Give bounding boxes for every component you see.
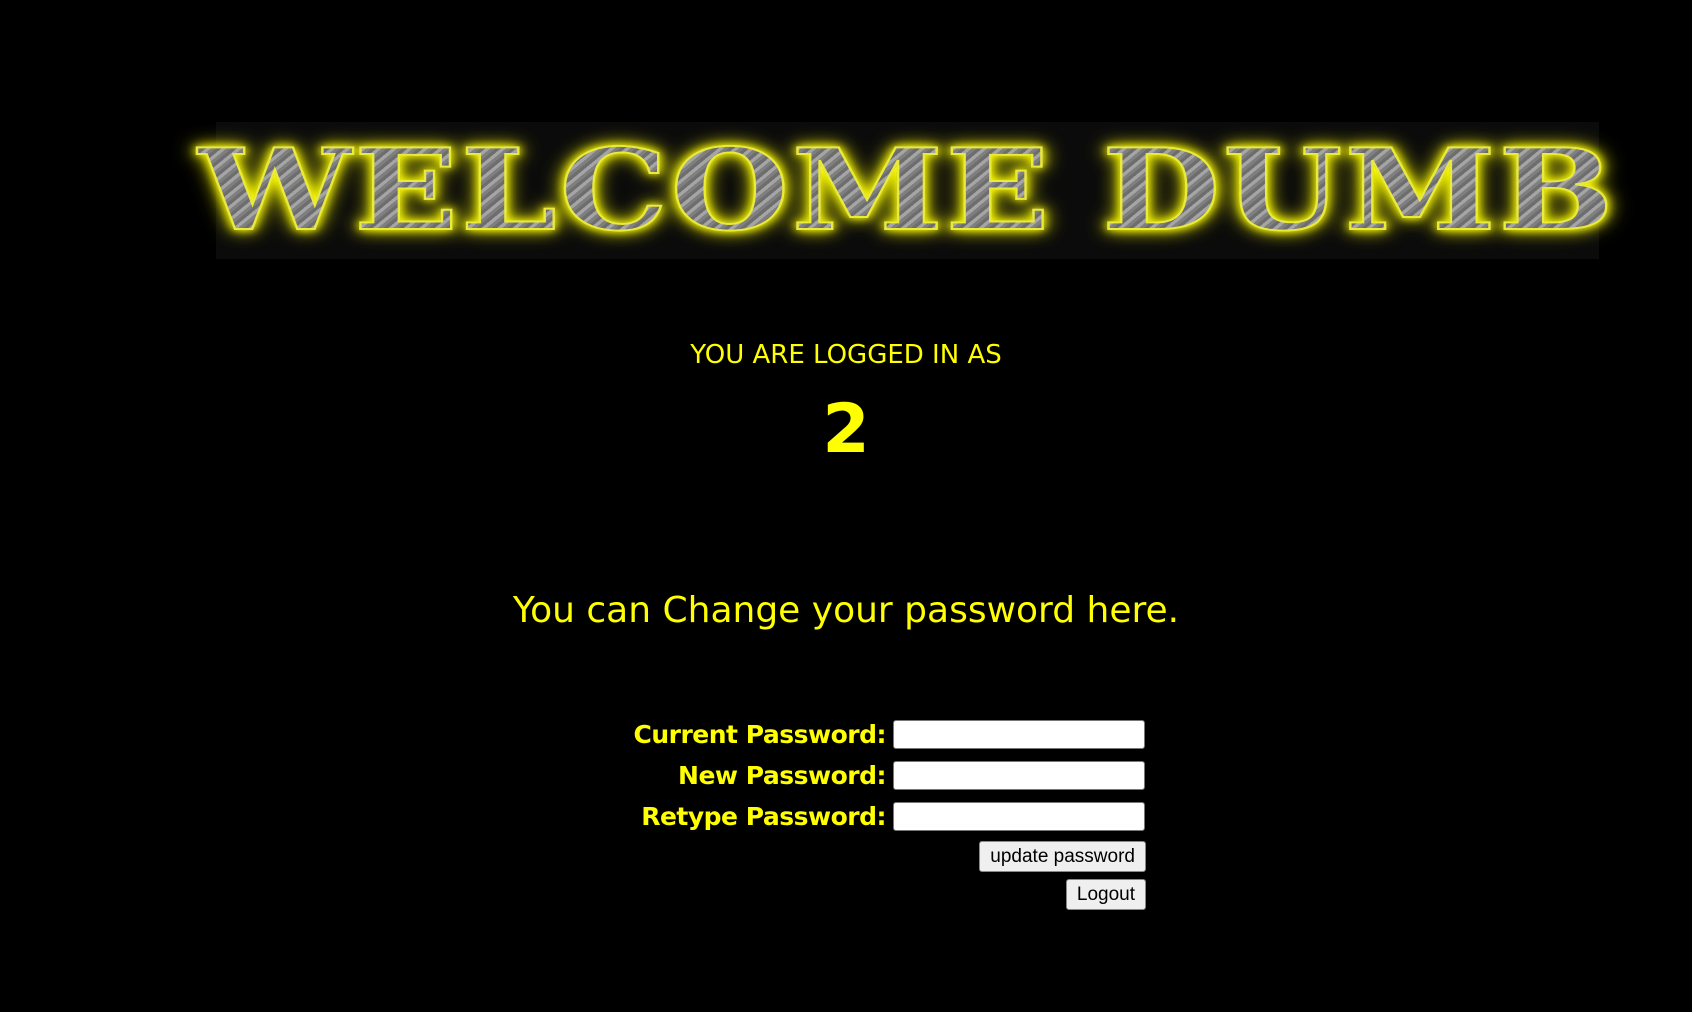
current-password-input[interactable] xyxy=(893,720,1145,749)
retype-password-label: Retype Password: xyxy=(641,802,886,831)
logo-text: WELCOME DUMB xyxy=(197,124,1617,257)
update-password-button[interactable]: update password xyxy=(979,841,1146,872)
new-password-input[interactable] xyxy=(893,761,1145,790)
logged-in-label: YOU ARE LOGGED IN AS xyxy=(690,340,1002,370)
retype-password-input[interactable] xyxy=(893,802,1145,831)
logout-button[interactable]: Logout xyxy=(1065,879,1146,910)
current-password-label: Current Password: xyxy=(633,720,887,749)
welcome-logo: WELCOME DUMB xyxy=(197,122,1615,259)
new-password-label: New Password: xyxy=(678,761,886,790)
change-password-heading: You can Change your password here. xyxy=(512,590,1180,631)
logged-in-user: 2 xyxy=(822,390,870,469)
